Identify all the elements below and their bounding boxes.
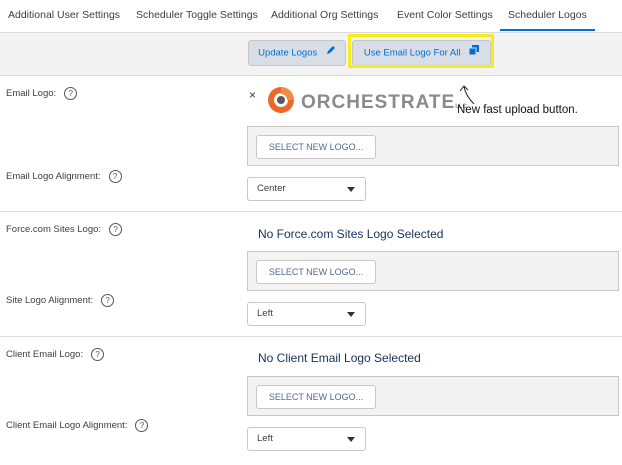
site-logo-alignment-select[interactable]: Left bbox=[247, 302, 366, 326]
settings-tab-bar: Additional User Settings Scheduler Toggl… bbox=[0, 0, 622, 33]
orchestrate-logo-text: ORCHESTRATELLC bbox=[301, 92, 467, 113]
tab-event-color-settings[interactable]: Event Color Settings bbox=[397, 0, 493, 31]
divider bbox=[0, 211, 622, 212]
sites-logo-label: Force.com Sites Logo:? bbox=[6, 223, 123, 236]
update-logos-label: Update Logos bbox=[258, 47, 318, 59]
help-icon[interactable]: ? bbox=[64, 87, 78, 100]
site-logo-alignment-value: Left bbox=[257, 308, 273, 319]
help-icon[interactable]: ? bbox=[108, 170, 122, 183]
orchestrate-logo-icon bbox=[267, 86, 295, 119]
client-email-logo-alignment-select[interactable]: Left bbox=[247, 427, 366, 451]
highlight-box bbox=[348, 34, 494, 68]
client-email-logo-label: Client Email Logo:? bbox=[6, 348, 105, 361]
select-new-sites-logo-button[interactable]: SELECT NEW LOGO... bbox=[256, 260, 376, 284]
client-email-logo-upload-area: SELECT NEW LOGO... bbox=[247, 376, 619, 416]
annotation-arrow-icon bbox=[459, 85, 475, 105]
email-logo-alignment-select[interactable]: Center bbox=[247, 177, 366, 201]
email-logo-preview: × ORCHESTRATELLC bbox=[249, 84, 467, 119]
tab-scheduler-toggle-settings[interactable]: Scheduler Toggle Settings bbox=[136, 0, 258, 31]
client-email-logo-alignment-value: Left bbox=[257, 433, 273, 444]
email-logo-alignment-label: Email Logo Alignment:? bbox=[6, 170, 122, 183]
help-icon[interactable]: ? bbox=[101, 294, 115, 307]
divider bbox=[0, 336, 622, 337]
help-icon[interactable]: ? bbox=[91, 348, 105, 361]
help-icon[interactable]: ? bbox=[109, 223, 123, 236]
client-email-logo-empty-text: No Client Email Logo Selected bbox=[258, 351, 421, 365]
email-logo-alignment-value: Center bbox=[257, 183, 286, 194]
client-email-logo-alignment-label: Client Email Logo Alignment:? bbox=[6, 419, 149, 432]
update-logos-button[interactable]: Update Logos bbox=[248, 40, 346, 66]
tab-scheduler-logos[interactable]: Scheduler Logos bbox=[500, 0, 595, 31]
chevron-down-icon bbox=[347, 437, 355, 442]
sites-logo-upload-area: SELECT NEW LOGO... bbox=[247, 251, 619, 291]
chevron-down-icon bbox=[347, 187, 355, 192]
email-logo-upload-area: SELECT NEW LOGO... bbox=[247, 126, 619, 166]
remove-logo-icon[interactable]: × bbox=[249, 88, 256, 102]
help-icon[interactable]: ? bbox=[135, 419, 149, 432]
site-logo-alignment-label: Site Logo Alignment:? bbox=[6, 294, 115, 307]
annotation-text: New fast upload button. bbox=[457, 104, 578, 116]
email-logo-label: Email Logo:? bbox=[6, 87, 78, 100]
tab-additional-org-settings[interactable]: Additional Org Settings bbox=[271, 0, 378, 31]
select-new-email-logo-button[interactable]: SELECT NEW LOGO... bbox=[256, 135, 376, 159]
chevron-down-icon bbox=[347, 312, 355, 317]
pencil-icon bbox=[326, 41, 336, 65]
tab-additional-user-settings[interactable]: Additional User Settings bbox=[8, 0, 120, 31]
sites-logo-empty-text: No Force.com Sites Logo Selected bbox=[258, 227, 444, 241]
select-new-client-email-logo-button[interactable]: SELECT NEW LOGO... bbox=[256, 385, 376, 409]
